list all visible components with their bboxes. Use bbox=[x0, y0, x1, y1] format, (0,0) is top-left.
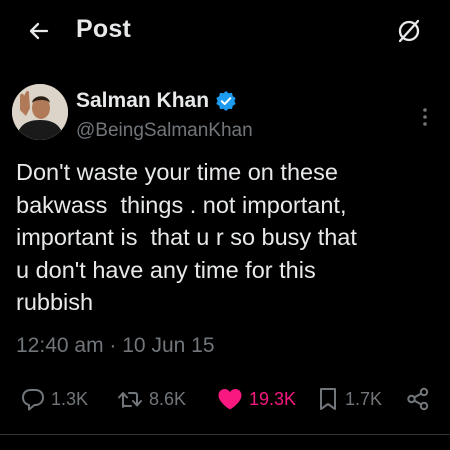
arrow-left-icon bbox=[29, 22, 49, 40]
share-button[interactable] bbox=[405, 384, 431, 414]
repost-icon bbox=[118, 392, 142, 408]
action-bar: 1.3K 8.6K 19.3K 1.7K bbox=[0, 378, 450, 422]
post-date: 10 Jun 15 bbox=[122, 334, 215, 357]
bookmark-icon bbox=[320, 388, 336, 410]
repost-count: 8.6K bbox=[149, 388, 187, 409]
back-button[interactable] bbox=[24, 16, 54, 46]
page-title: Post bbox=[76, 15, 131, 43]
profile-photo bbox=[12, 84, 68, 140]
reply-button[interactable]: 1.3K bbox=[20, 384, 88, 414]
timestamp-separator: · bbox=[109, 334, 117, 357]
grok-icon bbox=[398, 19, 420, 43]
author-name[interactable]: Salman Khan bbox=[76, 89, 209, 113]
share-icon bbox=[407, 387, 429, 411]
avatar[interactable] bbox=[12, 84, 68, 140]
post-time: 12:40 am bbox=[16, 334, 104, 357]
verified-badge-icon bbox=[215, 90, 237, 112]
heart-filled-icon bbox=[218, 389, 242, 410]
bookmark-count: 1.7K bbox=[345, 388, 383, 409]
author-name-row: Salman Khan bbox=[76, 86, 237, 116]
author-handle[interactable]: @BeingSalmanKhan bbox=[76, 120, 253, 142]
post-text: Don't waste your time on these bakwass t… bbox=[16, 159, 357, 315]
post-timestamp[interactable]: 12:40 am · 10 Jun 15 bbox=[16, 334, 215, 358]
repost-button[interactable]: 8.6K bbox=[116, 384, 186, 414]
reply-icon bbox=[22, 389, 44, 411]
like-count: 19.3K bbox=[249, 388, 297, 409]
like-button[interactable]: 19.3K bbox=[216, 384, 296, 414]
divider bbox=[0, 434, 450, 435]
more-vertical-icon bbox=[423, 108, 427, 126]
bookmark-button[interactable]: 1.7K bbox=[316, 384, 382, 414]
reply-count: 1.3K bbox=[51, 388, 89, 409]
more-options-button[interactable] bbox=[414, 100, 436, 134]
top-bar: Post bbox=[0, 0, 450, 60]
grok-button[interactable] bbox=[392, 14, 426, 48]
